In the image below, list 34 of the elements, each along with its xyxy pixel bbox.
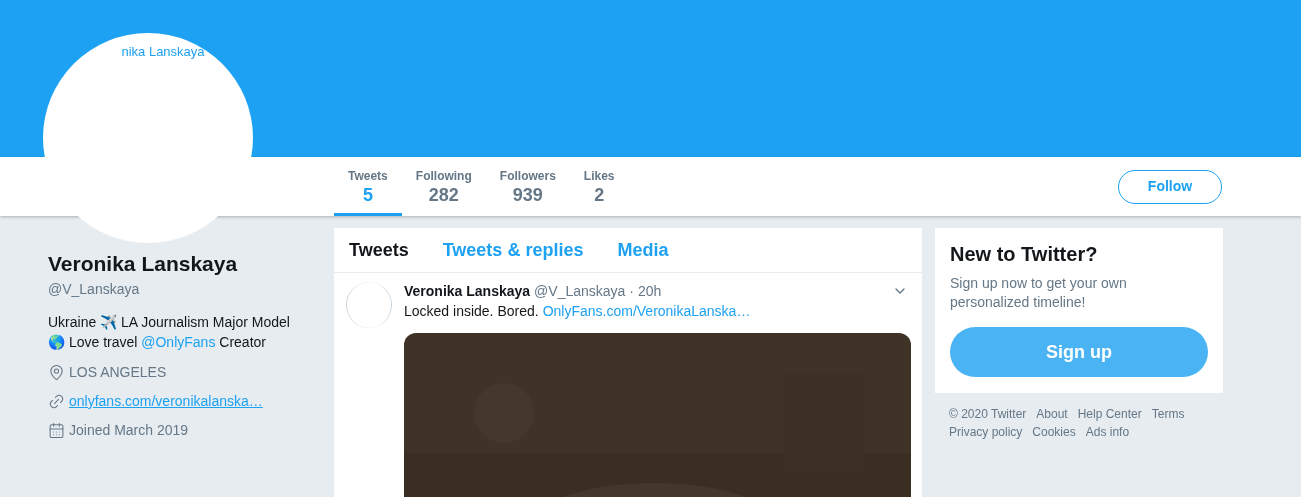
stat-tab[interactable]: Following 282 bbox=[401, 157, 486, 216]
profile-location: LOS ANGELES bbox=[69, 363, 167, 382]
timeline-tab[interactable]: Tweets & replies bbox=[442, 236, 584, 264]
tweet-author-name: Veronika Lanskaya bbox=[404, 282, 531, 300]
location-icon bbox=[48, 364, 65, 381]
signup-button[interactable]: Sign up bbox=[950, 327, 1208, 377]
website-link[interactable]: onlyfans.com/veronikalanska… bbox=[69, 391, 263, 412]
timeline-tab[interactable]: Tweets bbox=[349, 236, 409, 264]
mention-link[interactable]: @OnlyFans bbox=[141, 334, 216, 350]
stat-tab[interactable]: Followers 939 bbox=[485, 157, 570, 216]
signup-text: Sign up now to get your own personalized timeline! bbox=[950, 274, 1128, 312]
profile-handle: @V_Lanskaya bbox=[48, 280, 141, 299]
stat-tab[interactable]: Likes 2 bbox=[569, 157, 629, 216]
profile-bio: Ukraine ✈ LA Journalism Major Model 🌎 Love travel @OnlyFans Creator bbox=[48, 313, 291, 352]
tweet-text: Locked inside. Bored. bbox=[404, 302, 539, 321]
tweet-handle: @V_Lanskaya bbox=[534, 282, 626, 300]
stat-tab[interactable]: Tweets 5 bbox=[334, 157, 402, 216]
signup-title: New to Twitter? bbox=[950, 242, 1099, 266]
footer-link[interactable]: Ads info bbox=[1085, 424, 1130, 441]
tweet-avatar bbox=[346, 282, 392, 328]
joined-date: Joined March 2019 bbox=[69, 421, 189, 440]
calendar-icon bbox=[48, 422, 65, 439]
footer-link[interactable]: Terms bbox=[1151, 406, 1185, 423]
footer-link[interactable]: About bbox=[1036, 406, 1068, 423]
avatar-alt-text: nika Lanskaya bbox=[121, 43, 205, 61]
footer-link[interactable]: © 2020 Twitter bbox=[949, 406, 1027, 423]
profile-name: Veronika Lanskaya bbox=[48, 251, 239, 277]
footer-link[interactable]: Privacy policy bbox=[949, 424, 1023, 441]
timeline-tab[interactable]: Media bbox=[617, 236, 669, 264]
tweet-link[interactable]: OnlyFans.com/VeronikaLanska… bbox=[542, 301, 751, 321]
footer-link[interactable]: Help Center bbox=[1077, 406, 1142, 423]
footer-link[interactable]: Cookies bbox=[1032, 424, 1076, 441]
tweet-time: · 20h bbox=[629, 282, 662, 300]
follow-button[interactable]: Follow bbox=[1118, 169, 1222, 204]
